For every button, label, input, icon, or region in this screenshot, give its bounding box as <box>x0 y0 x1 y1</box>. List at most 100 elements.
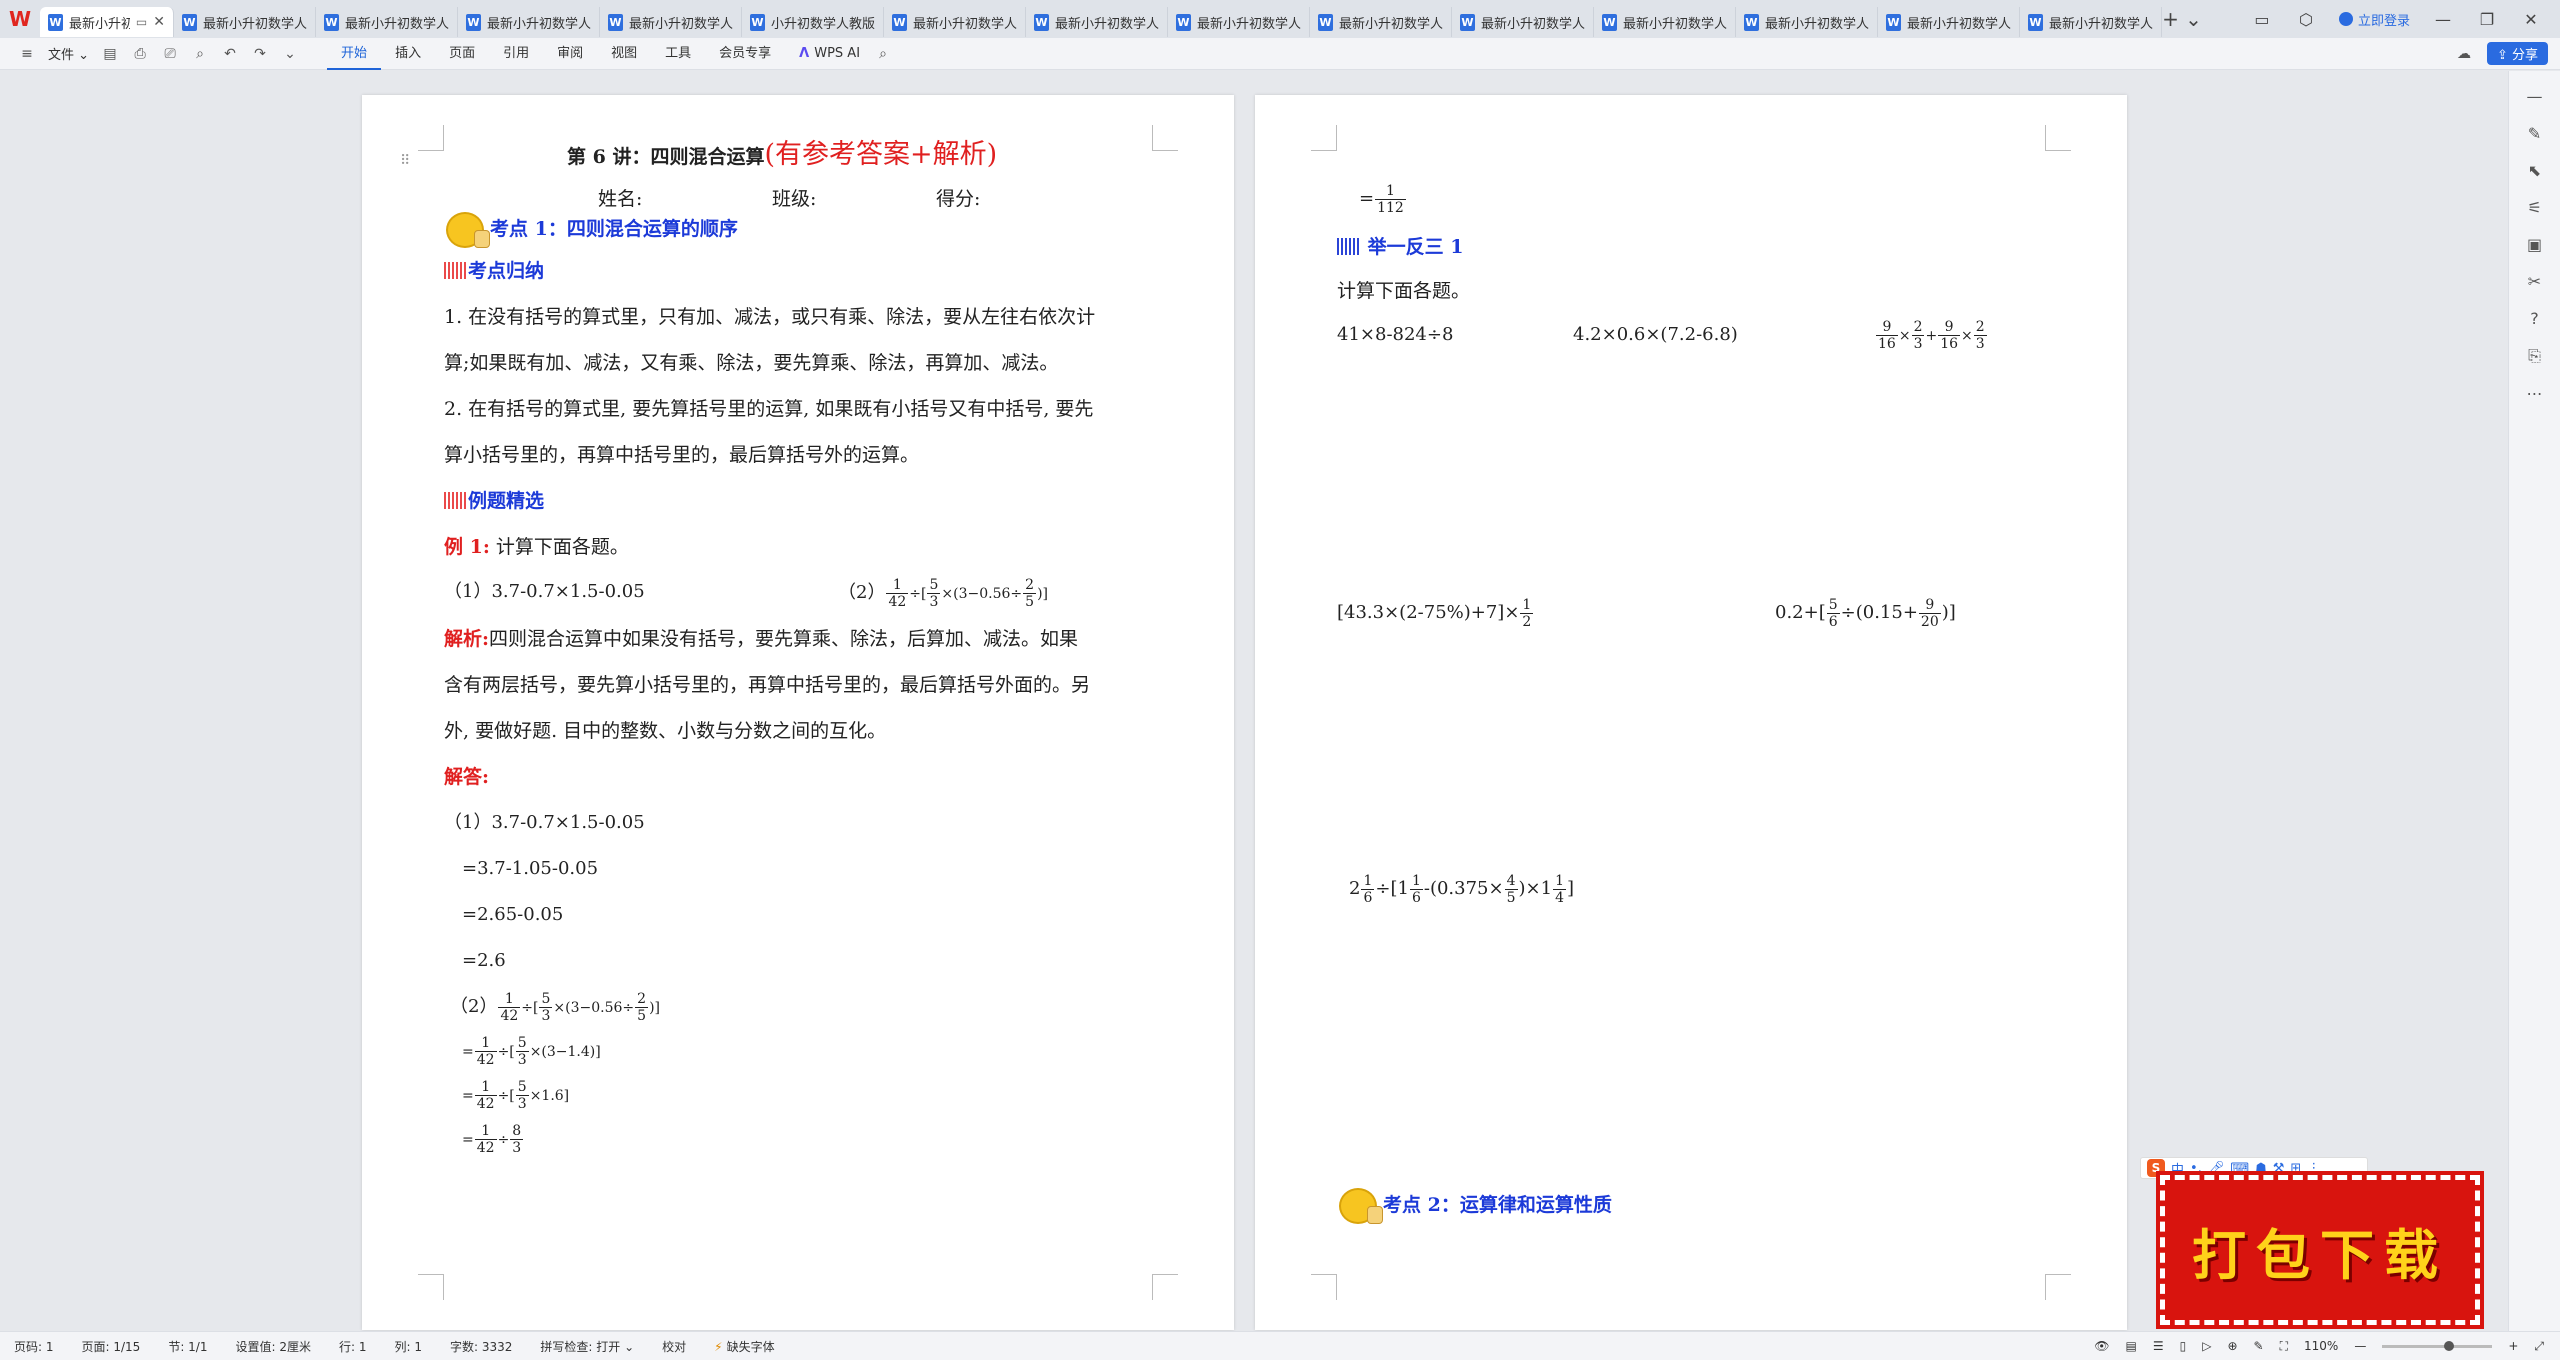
document-tab[interactable]: W 最新小升初 ▭ ✕ <box>40 7 174 37</box>
menu-tab[interactable]: 页面 <box>435 38 489 70</box>
status-missing-font[interactable]: ⚡ 缺失字体 <box>700 1338 788 1355</box>
cloud-icon[interactable]: ☁ <box>2455 46 2473 62</box>
menu-tab[interactable]: 审阅 <box>543 38 597 70</box>
wps-logo-icon[interactable]: W <box>0 0 40 38</box>
tab-label: 最新小升初数学人 <box>1623 16 1727 32</box>
document-workspace[interactable]: ⠿ 第 6 讲：四则混合运算(有参考答案+解析) 姓名: 班级: 得分: 考点 … <box>0 71 2560 1331</box>
document-tab[interactable]: W 最新小升初数学人 <box>1736 7 1878 37</box>
login-button[interactable]: 立即登录 <box>2338 10 2410 29</box>
document-tab[interactable]: W 最新小升初数学人 <box>600 7 742 37</box>
fit-page-icon[interactable]: ⛶ <box>2280 1339 2288 1354</box>
search-icon[interactable]: ⌕ <box>874 46 892 62</box>
eye-protection-icon[interactable]: 👁︎ <box>2094 1339 2109 1353</box>
document-tab[interactable]: W 最新小升初数学人 <box>316 7 458 37</box>
redo-icon[interactable]: ↷ <box>251 46 269 62</box>
download-banner[interactable]: 打包下载 <box>2156 1171 2484 1329</box>
status-spellcheck[interactable]: 拼写检查: 打开 ⌄ <box>526 1338 648 1355</box>
quick-access-chevron-icon[interactable]: ⌄ <box>281 46 299 62</box>
menu-icon[interactable]: ≡ <box>18 46 36 62</box>
zoom-level[interactable]: 110% <box>2304 1339 2338 1353</box>
document-tab[interactable]: W 最新小升初数学人 <box>1168 7 1310 37</box>
page-1[interactable]: ⠿ 第 6 讲：四则混合运算(有参考答案+解析) 姓名: 班级: 得分: 考点 … <box>362 95 1234 1330</box>
document-tab[interactable]: W 小升初数学人教版 <box>742 7 884 37</box>
collapse-icon[interactable]: — <box>2524 87 2546 106</box>
more-icon[interactable]: ⋮ <box>2307 1161 2320 1176</box>
word-doc-icon: W <box>1034 13 1049 31</box>
close-window-button[interactable]: ✕ <box>2520 10 2542 29</box>
help-icon[interactable]: ? <box>2524 309 2546 328</box>
page-view-icon[interactable]: ▤ <box>2126 1339 2137 1353</box>
minimize-button[interactable]: — <box>2432 10 2454 29</box>
web-view-icon[interactable]: ⊕ <box>2227 1339 2237 1353</box>
zoom-slider-knob[interactable] <box>2444 1340 2455 1351</box>
microphone-icon[interactable]: 🎤︎ <box>2208 1161 2225 1176</box>
menu-tab[interactable]: 开始 <box>327 38 382 70</box>
adjust-icon[interactable]: ⚟ <box>2524 198 2546 217</box>
document-tab[interactable]: W 最新小升初数学人 <box>1026 7 1168 37</box>
menu-tab[interactable]: 引用 <box>489 38 543 70</box>
menu-tab[interactable]: 插入 <box>381 38 435 70</box>
document-tab[interactable]: W 最新小升初数学人 <box>458 7 600 37</box>
status-section[interactable]: 节: 1/1 <box>154 1338 221 1355</box>
pen-mode-icon[interactable]: ✎ <box>2254 1339 2264 1353</box>
tab-label: 最新小升初数学人 <box>345 16 449 32</box>
image-icon[interactable]: ▣ <box>2524 235 2546 254</box>
tab-label: 最新小升初数学人 <box>1055 16 1159 32</box>
window-layout-icon[interactable]: ▭ <box>2251 10 2273 29</box>
export-pdf-icon[interactable]: ⎙ <box>131 46 149 62</box>
share-panel-icon[interactable]: ⎘ <box>2524 346 2546 366</box>
edit-pen-icon[interactable]: ✎ <box>2524 124 2546 143</box>
example-label: 例 1: <box>444 536 490 558</box>
section-bar-icon <box>444 492 466 509</box>
document-tab[interactable]: W 最新小升初数学人 <box>2020 7 2162 37</box>
print-icon[interactable]: ⎚ <box>161 46 179 62</box>
reading-view-icon[interactable]: ▯ <box>2180 1339 2187 1353</box>
document-tab[interactable]: W 最新小升初数学人 <box>174 7 316 37</box>
status-words[interactable]: 字数: 3332 <box>436 1338 526 1355</box>
zoom-out-button[interactable]: — <box>2354 1339 2366 1353</box>
more-options-icon[interactable]: ⋯ <box>2524 384 2546 403</box>
tools-icon[interactable]: ✂ <box>2524 272 2546 291</box>
skin-icon[interactable]: ☗ <box>2255 1161 2267 1176</box>
document-tab[interactable]: W 最新小升初数学人 <box>884 7 1026 37</box>
drag-handle-icon[interactable]: ⠿ <box>400 149 410 173</box>
ime-punct-icon[interactable]: •, <box>2190 1161 2202 1176</box>
undo-icon[interactable]: ↶ <box>221 46 239 62</box>
menu-tab[interactable]: 会员专享 <box>705 38 785 70</box>
menu-tab[interactable]: 视图 <box>597 38 651 70</box>
status-setting[interactable]: 设置值: 2厘米 <box>221 1338 325 1355</box>
page-2[interactable]: = 1 112 举一反三 1 计算下面各题。 41×8-824÷8 4.2×0.6×… <box>1255 95 2127 1330</box>
save-icon[interactable]: ▤ <box>101 46 119 62</box>
margin-mark-top-right <box>1152 125 1178 151</box>
word-doc-icon: W <box>1176 13 1191 31</box>
restore-button[interactable]: ❐ <box>2476 10 2498 29</box>
select-cursor-icon[interactable]: ⬉ <box>2524 161 2546 180</box>
wps-ai-button[interactable]: Ʌ WPS AI <box>785 46 874 61</box>
status-proofread[interactable]: 校对 <box>648 1338 700 1355</box>
fullscreen-icon[interactable]: ⤢ <box>2534 1339 2544 1354</box>
outline-view-icon[interactable]: ☰ <box>2153 1339 2164 1353</box>
zoom-slider[interactable] <box>2382 1340 2493 1351</box>
zoom-in-button[interactable]: + <box>2508 1339 2518 1353</box>
new-tab-button[interactable]: + ⌄ <box>2162 7 2202 31</box>
print-preview-icon[interactable]: ⌕ <box>191 46 209 62</box>
toolbox-icon[interactable]: ⚒ <box>2273 1161 2285 1176</box>
tab-window-icon[interactable]: ▭ <box>136 15 147 29</box>
menu-tab[interactable]: 工具 <box>651 38 705 70</box>
cube-icon[interactable]: ⬡ <box>2295 10 2317 29</box>
document-tab[interactable]: W 最新小升初数学人 <box>1594 7 1736 37</box>
tab-close-icon[interactable]: ✕ <box>153 14 165 30</box>
grid-icon[interactable]: ⊞ <box>2290 1161 2301 1176</box>
status-page[interactable]: 页码: 1 <box>0 1338 68 1355</box>
status-pages[interactable]: 页面: 1/15 <box>68 1338 155 1355</box>
tab-label: 最新小升初数学人 <box>629 16 733 32</box>
file-menu-label: 文件 <box>48 48 75 63</box>
file-menu[interactable]: 文件 ⌄ <box>48 44 89 63</box>
document-tab[interactable]: W 最新小升初数学人 <box>1878 7 2020 37</box>
question-2: （2） 1 42 ÷[5 3 ×(3−0.56÷ 2 5)] <box>838 576 1048 610</box>
document-tab[interactable]: W 最新小升初数学人 <box>1452 7 1594 37</box>
document-tab[interactable]: W 最新小升初数学人 <box>1310 7 1452 37</box>
play-icon[interactable]: ▷ <box>2202 1339 2211 1353</box>
keyboard-icon[interactable]: ⌨ <box>2230 1161 2249 1176</box>
share-button[interactable]: ⇪ 分享 <box>2486 42 2548 65</box>
